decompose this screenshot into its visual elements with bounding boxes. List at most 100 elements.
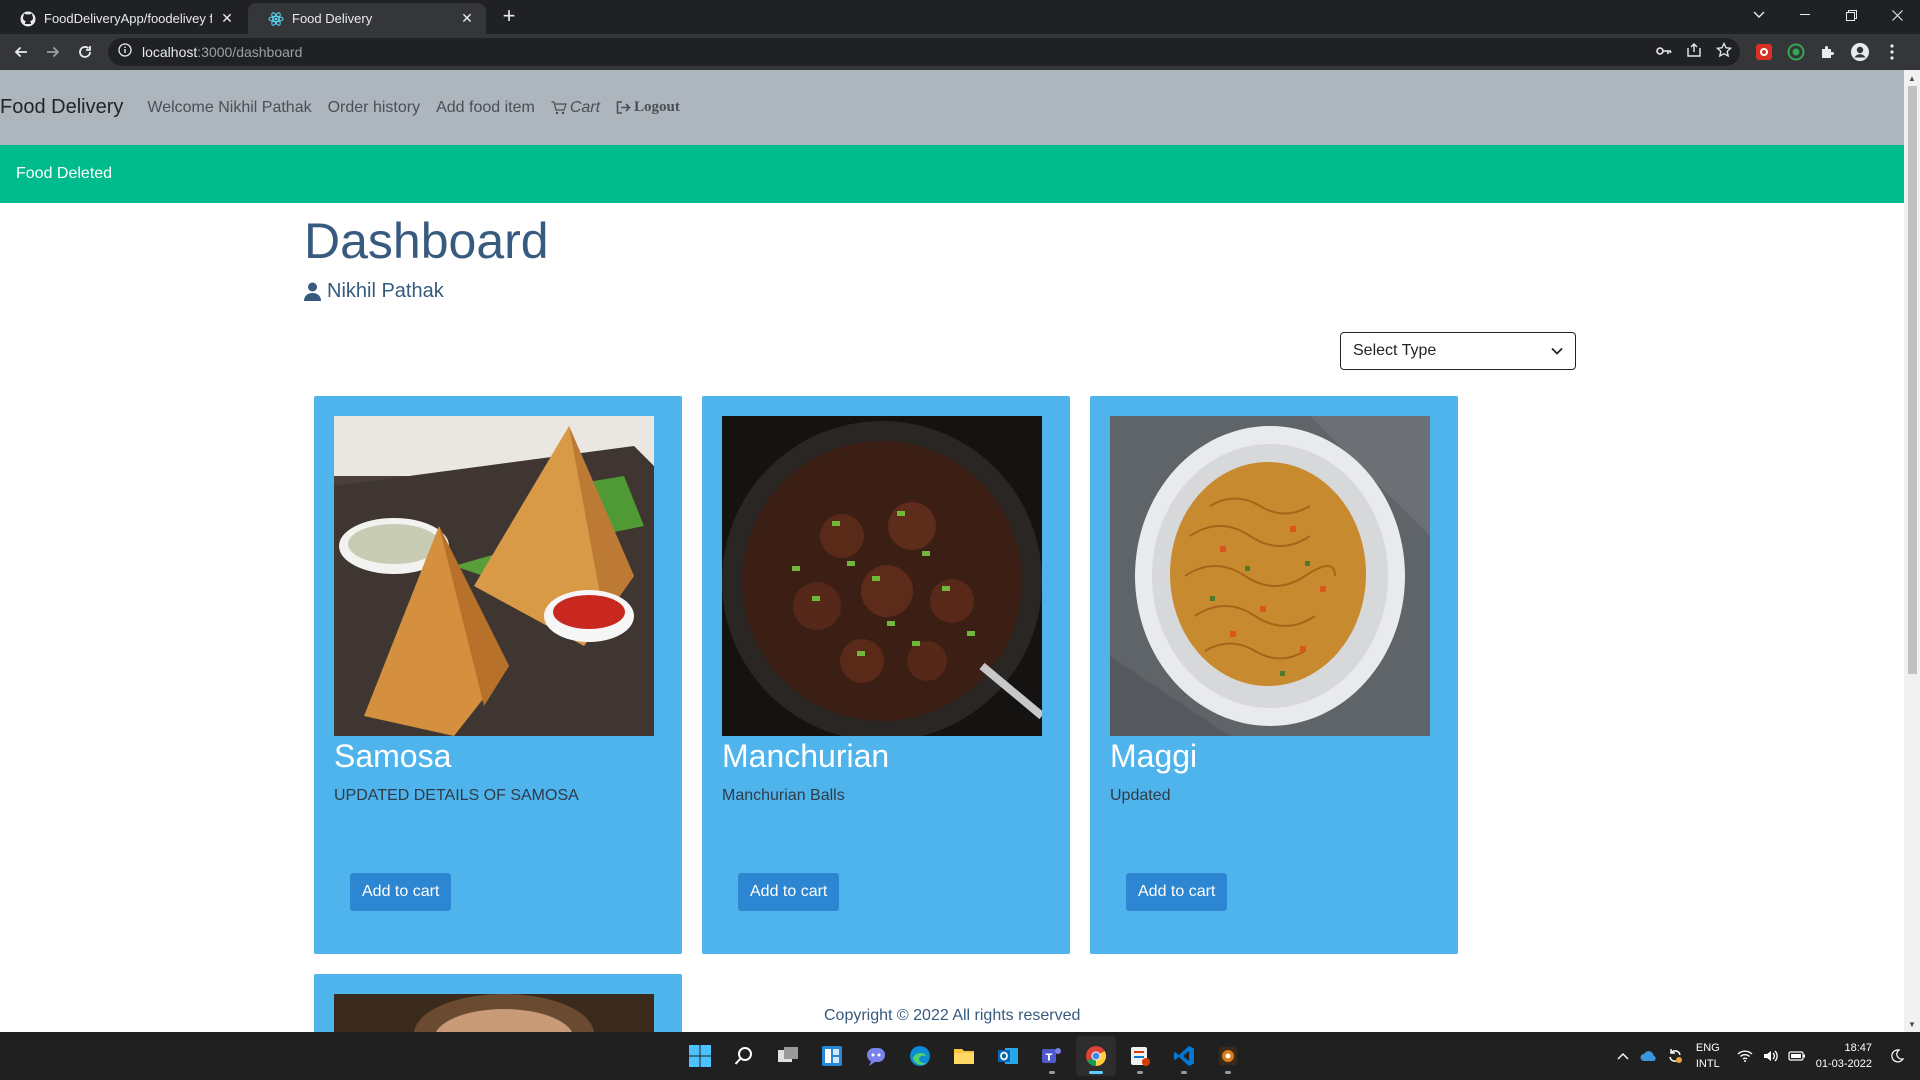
food-card: Manchurian Manchurian Balls Add to cart xyxy=(702,396,1070,954)
task-view-icon[interactable] xyxy=(768,1036,808,1076)
order-history-link[interactable]: Order history xyxy=(328,99,420,117)
teams-chat-icon[interactable] xyxy=(856,1036,896,1076)
close-window-button[interactable] xyxy=(1874,0,1920,30)
browser-tab-bar: FoodDeliveryApp/foodelivey fron ✕ Food D… xyxy=(0,0,1920,34)
tab-title: Food Delivery xyxy=(292,11,373,26)
bookmark-star-icon[interactable] xyxy=(1715,41,1733,63)
windows-start-icon[interactable] xyxy=(680,1036,720,1076)
food-description: UPDATED DETAILS OF SAMOSA xyxy=(334,787,579,804)
window-controls xyxy=(1736,0,1920,34)
scroll-down-arrow-icon[interactable]: ▼ xyxy=(1904,1016,1920,1032)
user-line: Nikhil Pathak xyxy=(304,280,444,303)
logout-link[interactable]: Logout xyxy=(616,99,680,116)
restore-button[interactable] xyxy=(1828,0,1874,30)
extensions-area xyxy=(1752,40,1904,64)
scroll-up-arrow-icon[interactable]: ▲ xyxy=(1904,70,1920,86)
food-name: Samosa xyxy=(334,738,452,774)
type-select[interactable]: Select Type xyxy=(1340,332,1576,370)
extension-green-icon[interactable] xyxy=(1784,40,1808,64)
share-icon[interactable] xyxy=(1686,42,1702,63)
logout-label: Logout xyxy=(634,99,680,115)
windows-taskbar: T ENG INTL 18:47 01-03-2022 xyxy=(0,1032,1920,1080)
add-to-cart-button[interactable]: Add to cart xyxy=(1126,873,1228,911)
edge-icon[interactable] xyxy=(900,1036,940,1076)
chevron-down-icon xyxy=(1551,347,1563,355)
add-to-cart-button[interactable]: Add to cart xyxy=(350,873,452,911)
add-food-item-link[interactable]: Add food item xyxy=(436,99,535,117)
browser-toolbar: localhost:3000/dashboard xyxy=(0,34,1920,70)
browser-menu-icon[interactable] xyxy=(1880,40,1904,64)
address-bar[interactable]: localhost:3000/dashboard xyxy=(108,38,1740,66)
app-icon[interactable] xyxy=(1208,1036,1248,1076)
food-card: Maggi Updated Add to cart xyxy=(1090,396,1458,954)
github-icon xyxy=(20,11,36,27)
clock-date: 01-03-2022 xyxy=(1815,1058,1872,1070)
reload-icon[interactable] xyxy=(72,39,98,65)
svg-text:T: T xyxy=(1046,1053,1053,1064)
alert-message: Food Deleted xyxy=(16,165,113,182)
onedrive-icon[interactable] xyxy=(1638,1045,1660,1067)
scrollbar-thumb[interactable] xyxy=(1908,86,1917,674)
volume-icon[interactable] xyxy=(1760,1045,1782,1067)
page-title: Dashboard xyxy=(304,213,549,269)
keyboard-layout: INTL xyxy=(1695,1058,1720,1070)
user-icon xyxy=(304,282,321,301)
language-indicator[interactable]: ENG INTL xyxy=(1696,1040,1720,1072)
app-navbar: Food Delivery Welcome Nikhil Pathak Orde… xyxy=(0,70,1904,145)
sync-icon[interactable] xyxy=(1664,1045,1686,1067)
food-card xyxy=(314,974,682,1032)
brand-link[interactable]: Food Delivery xyxy=(0,96,123,119)
profile-avatar-icon[interactable] xyxy=(1848,40,1872,64)
logout-icon xyxy=(616,101,631,114)
wifi-icon[interactable] xyxy=(1734,1045,1756,1067)
cart-label: Cart xyxy=(569,98,601,116)
tab-food-delivery[interactable]: Food Delivery ✕ xyxy=(248,3,486,34)
cart-link[interactable]: Cart xyxy=(551,99,600,117)
search-icon[interactable] xyxy=(724,1036,764,1076)
focus-moon-icon[interactable] xyxy=(1886,1045,1908,1067)
outlook-icon[interactable] xyxy=(988,1036,1028,1076)
taskbar-apps: T xyxy=(680,1032,1248,1080)
tab-github[interactable]: FoodDeliveryApp/foodelivey fron ✕ xyxy=(0,3,246,34)
close-tab-icon[interactable]: ✕ xyxy=(218,10,236,28)
cart-icon xyxy=(551,100,567,114)
food-description: Manchurian Balls xyxy=(722,787,845,804)
info-icon[interactable] xyxy=(118,42,132,62)
food-image-partial xyxy=(334,994,654,1032)
welcome-link[interactable]: Welcome Nikhil Pathak xyxy=(147,99,311,117)
key-icon[interactable] xyxy=(1656,43,1672,61)
tab-title: FoodDeliveryApp/foodelivey fron xyxy=(44,11,212,26)
extension-red-icon[interactable] xyxy=(1752,40,1776,64)
footer-copyright: Copyright © 2022 All rights reserved xyxy=(824,1007,1081,1024)
close-tab-icon[interactable]: ✕ xyxy=(458,10,476,28)
snipping-tool-icon[interactable] xyxy=(1120,1036,1160,1076)
chrome-icon[interactable] xyxy=(1076,1036,1116,1076)
file-explorer-icon[interactable] xyxy=(944,1036,984,1076)
minimize-button[interactable] xyxy=(1782,0,1828,30)
vscode-icon[interactable] xyxy=(1164,1036,1204,1076)
back-arrow-icon[interactable] xyxy=(8,39,34,65)
page-scrollbar[interactable]: ▲ ▼ xyxy=(1904,70,1920,1032)
food-image-maggi xyxy=(1110,416,1430,736)
tab-search-icon[interactable] xyxy=(1736,0,1782,30)
battery-icon[interactable] xyxy=(1786,1045,1808,1067)
forward-arrow-icon[interactable] xyxy=(40,39,66,65)
clock[interactable]: 18:47 01-03-2022 xyxy=(1816,1040,1872,1072)
url-host: localhost xyxy=(142,44,198,60)
widgets-icon[interactable] xyxy=(812,1036,852,1076)
food-card: Samosa UPDATED DETAILS OF SAMOSA Add to … xyxy=(314,396,682,954)
user-name: Nikhil Pathak xyxy=(327,280,444,302)
puzzle-extensions-icon[interactable] xyxy=(1816,40,1840,64)
teams-icon[interactable]: T xyxy=(1032,1036,1072,1076)
new-tab-button[interactable]: + xyxy=(498,5,520,28)
language-code: ENG xyxy=(1695,1042,1720,1054)
clock-time: 18:47 xyxy=(1844,1042,1872,1054)
url-path: :3000/dashboard xyxy=(197,44,303,60)
add-to-cart-button[interactable]: Add to cart xyxy=(738,873,840,911)
food-image-samosa xyxy=(334,416,654,736)
chevron-up-icon[interactable] xyxy=(1612,1045,1634,1067)
type-select-value: Select Type xyxy=(1353,342,1437,359)
status-alert: Food Deleted xyxy=(0,145,1904,203)
food-description: Updated xyxy=(1110,787,1171,804)
food-name: Manchurian xyxy=(722,738,890,774)
